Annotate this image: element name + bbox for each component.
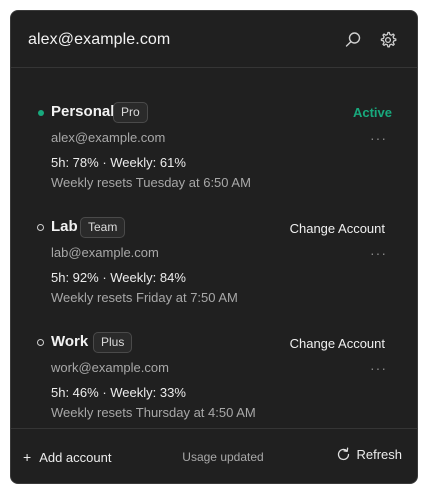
change-account-button[interactable]: Change Account (290, 336, 385, 351)
current-account-title: alex@example.com (28, 31, 171, 48)
inactive-status-dot (37, 224, 44, 231)
account-name: Lab (51, 218, 78, 235)
more-options-icon[interactable]: ··· (370, 130, 387, 146)
account-usage: 5h: 92% · Weekly: 84% (51, 270, 186, 285)
account-item-work: Work Plus work@example.com 5h: 46% · Wee… (11, 313, 417, 423)
more-options-icon[interactable]: ··· (370, 360, 387, 376)
refresh-label: Refresh (356, 447, 402, 462)
account-reset-time: Weekly resets Thursday at 4:50 AM (51, 405, 256, 420)
account-usage: 5h: 78% · Weekly: 61% (51, 155, 186, 170)
accounts-panel: alex@example.com Personal Pro alex@examp… (10, 10, 418, 484)
account-email: work@example.com (51, 360, 169, 375)
panel-footer: + Add account Usage updated Refresh (11, 428, 417, 483)
panel-header: alex@example.com (11, 11, 417, 68)
plan-badge: Team (80, 217, 126, 238)
refresh-icon (338, 447, 350, 461)
active-status-label: Active (352, 105, 392, 120)
change-account-button[interactable]: Change Account (290, 221, 385, 236)
account-item-personal: Personal Pro alex@example.com 5h: 78% · … (11, 83, 417, 193)
account-item-lab: Lab Team lab@example.com 5h: 92% · Weekl… (11, 198, 417, 308)
gear-icon[interactable] (377, 29, 399, 51)
account-reset-time: Weekly resets Tuesday at 6:50 AM (51, 175, 251, 190)
plan-badge: Pro (113, 102, 148, 123)
active-status-dot (38, 110, 44, 116)
account-usage: 5h: 46% · Weekly: 33% (51, 385, 186, 400)
plan-badge: Plus (93, 332, 133, 353)
account-reset-time: Weekly resets Friday at 7:50 AM (51, 290, 238, 305)
more-options-icon[interactable]: ··· (370, 245, 387, 261)
inactive-status-dot (37, 339, 44, 346)
refresh-button[interactable]: Refresh (336, 447, 402, 462)
account-email: alex@example.com (51, 130, 166, 145)
account-name: Work (51, 333, 89, 350)
account-email: lab@example.com (51, 245, 159, 260)
account-name: Personal (51, 103, 115, 120)
search-icon[interactable] (342, 29, 364, 51)
